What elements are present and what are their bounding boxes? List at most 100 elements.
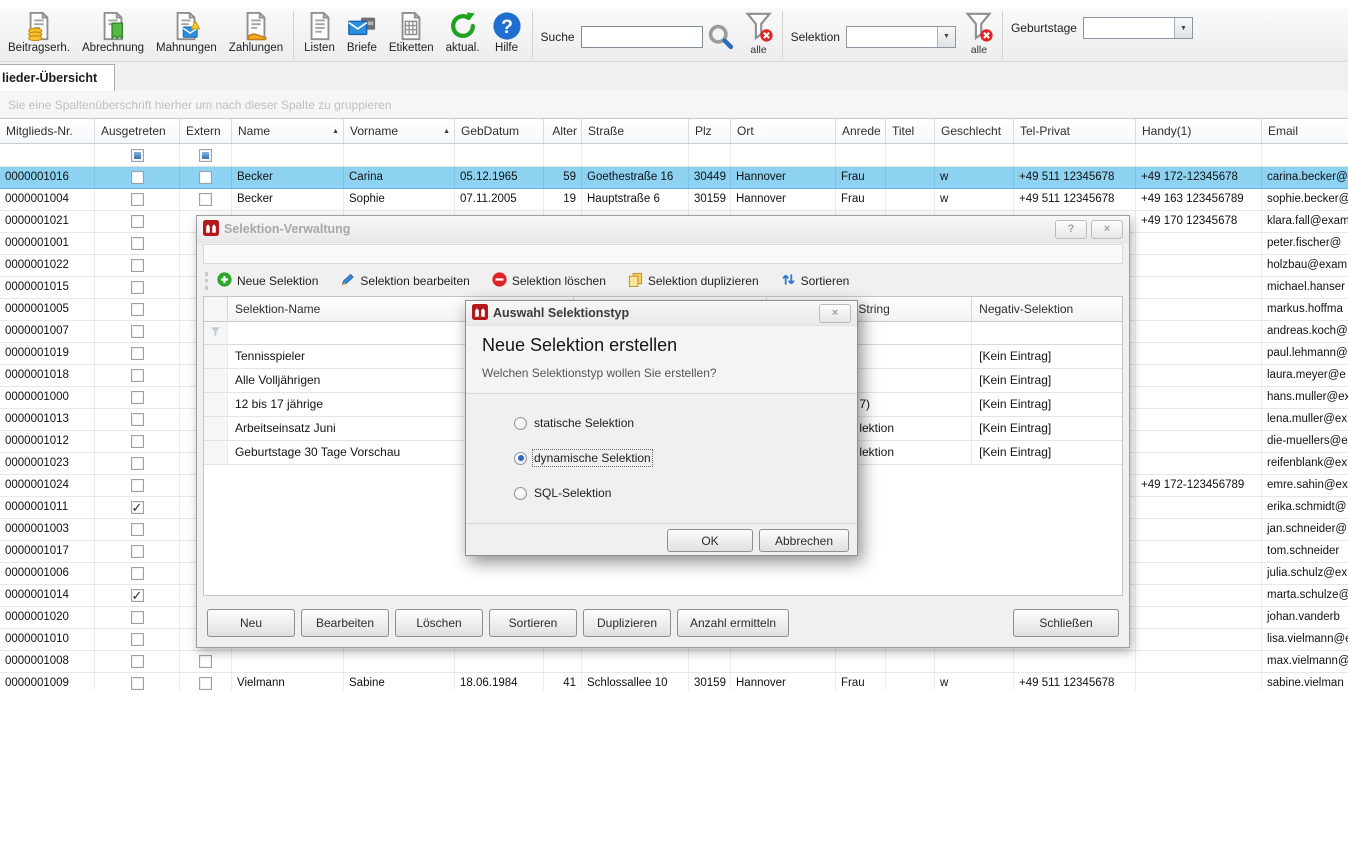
toolbar-button[interactable]: Abrechnung [76,9,150,55]
column-header[interactable]: Handy(1) ▲ [1136,119,1262,143]
table-row[interactable]: 0000001016 Becker Carina 05.12.1965 59 G… [0,167,1348,189]
filter-cell[interactable] [836,144,886,166]
column-header[interactable]: Plz ▲ [689,119,731,143]
filter-cell[interactable] [582,144,689,166]
column-header[interactable]: Geschlecht ▲ [935,119,1014,143]
ausgetreten-checkbox[interactable] [131,545,144,558]
column-header[interactable]: Extern ▲ [180,119,232,143]
ok-button[interactable]: OK [667,529,753,552]
ausgetreten-checkbox[interactable] [131,215,144,228]
ausgetreten-checkbox[interactable] [131,281,144,294]
dialog-toolbar-button[interactable]: Selektion bearbeiten [340,272,469,290]
ausgetreten-checkbox[interactable] [131,633,144,646]
ausgetreten-checkbox[interactable] [131,369,144,382]
radio-option[interactable]: dynamische Selektion [514,451,857,465]
toolbar-button[interactable]: Listen [298,9,341,55]
dialog-help-button[interactable]: ? [1055,220,1087,239]
group-by-panel[interactable]: Sie eine Spaltenüberschrift hierher um n… [0,90,1348,120]
selektion-dropdown[interactable]: ▼ [846,26,956,48]
filter-cell[interactable] [731,144,836,166]
column-header[interactable]: Ausgetreten ▲ [95,119,180,143]
ausgetreten-checkbox[interactable] [131,611,144,624]
dialog-close-button[interactable]: × [819,304,851,323]
column-header[interactable]: Alter ▲ [544,119,582,143]
dialog-toolbar-button[interactable]: Neue Selektion [217,272,318,290]
column-header[interactable]: Titel ▲ [886,119,935,143]
dialog-toolbar-button[interactable]: Selektion löschen [492,272,606,290]
dialog-button[interactable]: Anzahl ermitteln [677,609,789,637]
ausgetreten-checkbox[interactable] [131,325,144,338]
ausgetreten-checkbox[interactable] [131,391,144,404]
abbrechen-button[interactable]: Abbrechen [759,529,849,552]
column-header[interactable]: Straße ▲ [582,119,689,143]
radio-icon[interactable] [514,487,527,500]
dialog-close-button[interactable]: × [1091,220,1123,239]
ausgetreten-checkbox[interactable] [131,171,144,184]
geburtstage-dropdown[interactable]: ▼ [1083,17,1193,39]
ausgetreten-checkbox[interactable] [131,259,144,272]
toolbar-button[interactable]: Zahlungen [223,9,289,55]
toolbar-button[interactable]: Briefe [341,9,383,55]
selektion-filter-all-button[interactable]: alle [964,11,994,56]
radio-option[interactable]: statische Selektion [514,416,857,430]
filter-cell[interactable] [180,144,232,166]
filter-cell[interactable] [886,144,935,166]
ausgetreten-checkbox[interactable] [131,589,144,602]
column-header[interactable]: Email ▲ [1262,119,1348,143]
ausgetreten-checkbox[interactable] [131,347,144,360]
extern-checkbox[interactable] [199,171,212,184]
filter-cell[interactable] [232,144,344,166]
filter-cell[interactable] [455,144,544,166]
dialog-title-bar[interactable]: Selektion-Verwaltung ? × [197,216,1129,243]
table-row[interactable]: 0000001008 max.vielmann@ [0,651,1348,673]
ausgetreten-checkbox[interactable] [131,303,144,316]
radio-option[interactable]: SQL-Selektion [514,486,857,500]
ausgetreten-checkbox[interactable] [131,655,144,668]
ausgetreten-checkbox[interactable] [131,435,144,448]
dialog-button[interactable]: Duplizieren [583,609,671,637]
table-row[interactable]: 0000001009 Vielmann Sabine 18.06.1984 41… [0,673,1348,690]
column-header[interactable]: Tel-Privat ▲ [1014,119,1136,143]
tab-mitglieder-uebersicht[interactable]: lieder-Übersicht [0,64,115,91]
filter-cell[interactable] [344,144,455,166]
filter-checkbox-ausgetreten[interactable] [131,149,144,162]
filter-cell[interactable] [689,144,731,166]
dialog-button[interactable]: Sortieren [489,609,577,637]
filter-cell[interactable] [0,144,95,166]
filter-cell[interactable] [935,144,1014,166]
column-header[interactable]: Ort ▲ [731,119,836,143]
extern-checkbox[interactable] [199,193,212,206]
toolbar-button[interactable]: ? Hilfe [486,9,528,55]
column-header[interactable]: Anrede ▲ [836,119,886,143]
ausgetreten-checkbox[interactable] [131,457,144,470]
schliessen-button[interactable]: Schließen [1013,609,1119,637]
column-header[interactable]: Vorname ▲ [344,119,455,143]
filter-cell[interactable] [544,144,582,166]
ausgetreten-checkbox[interactable] [131,523,144,536]
search-input[interactable] [581,26,703,48]
column-header[interactable]: Name ▲ [232,119,344,143]
toolbar-button[interactable]: Beitragserh. [2,9,76,55]
ausgetreten-checkbox[interactable] [131,479,144,492]
dialog-toolbar-button[interactable]: Sortieren [781,272,850,290]
column-header[interactable]: GebDatum ▲ [455,119,544,143]
dialog-button[interactable]: Neu [207,609,295,637]
extern-checkbox[interactable] [199,655,212,668]
table-row[interactable]: 0000001004 Becker Sophie 07.11.2005 19 H… [0,189,1348,211]
extern-checkbox[interactable] [199,677,212,690]
filter-cell[interactable] [95,144,180,166]
filter-cell[interactable] [1136,144,1262,166]
ausgetreten-checkbox[interactable] [131,501,144,514]
dialog-title-bar[interactable]: Auswahl Selektionstyp × [466,301,857,326]
ausgetreten-checkbox[interactable] [131,413,144,426]
toolbar-button[interactable]: Mahnungen [150,9,223,55]
search-filter-all-button[interactable]: alle [744,11,774,56]
ausgetreten-checkbox[interactable] [131,193,144,206]
dialog-toolbar-button[interactable]: Selektion duplizieren [628,272,759,290]
radio-icon[interactable] [514,452,527,465]
dialog-button[interactable]: Löschen [395,609,483,637]
ausgetreten-checkbox[interactable] [131,237,144,250]
ausgetreten-checkbox[interactable] [131,567,144,580]
search-icon[interactable] [707,23,734,50]
filter-cell[interactable] [972,322,1122,344]
